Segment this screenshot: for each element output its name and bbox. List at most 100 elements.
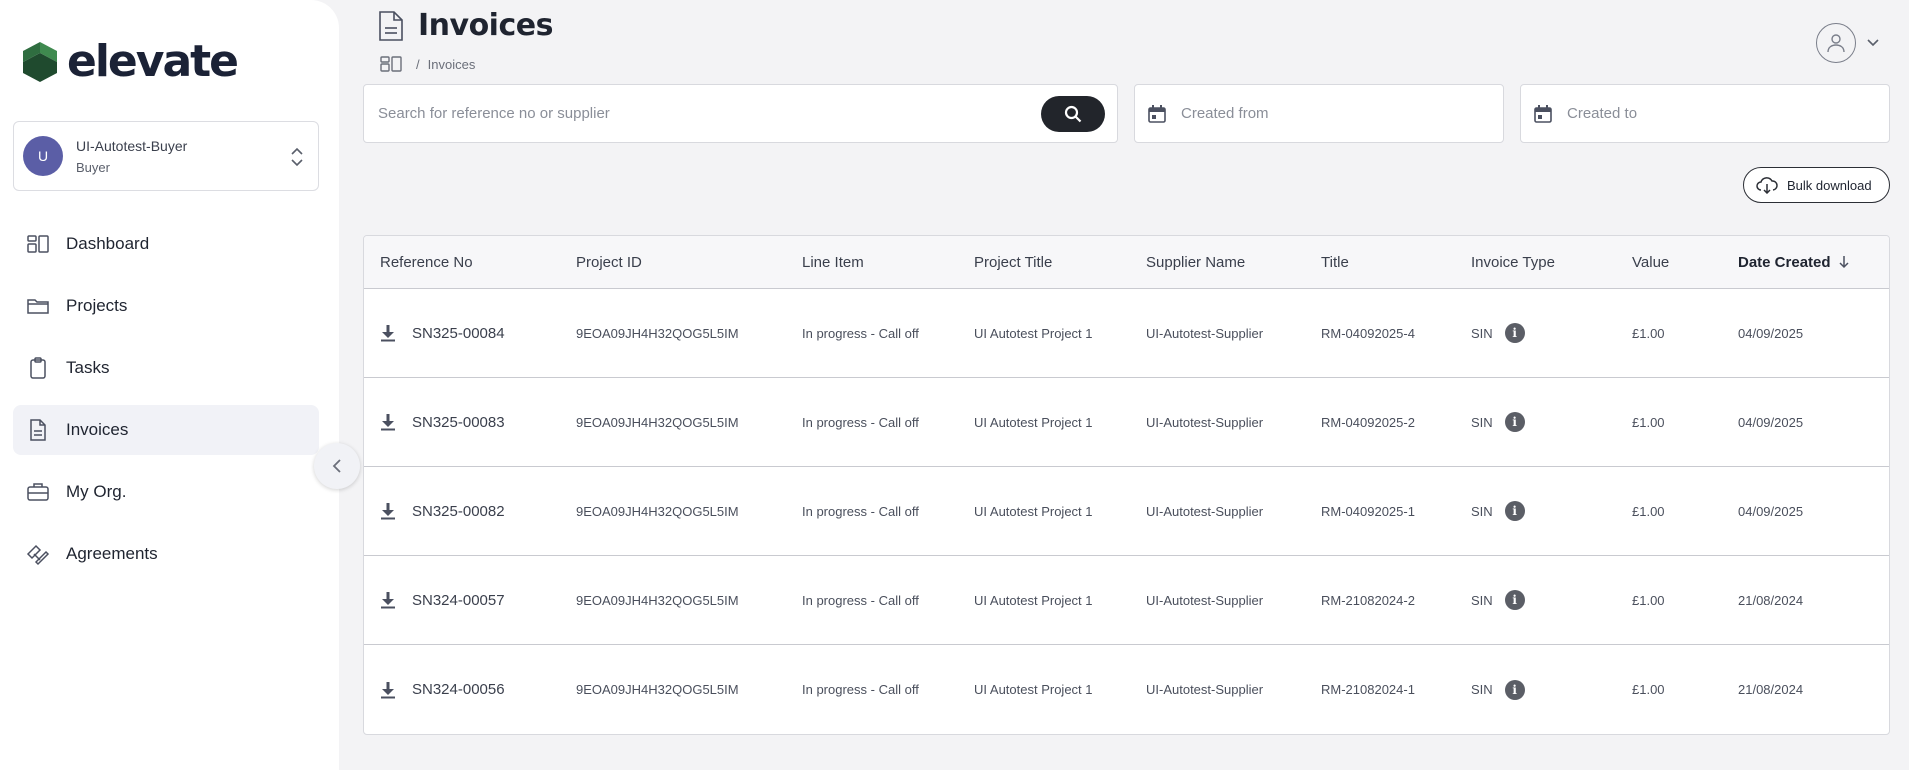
document-icon [30, 419, 46, 441]
created-from-field[interactable] [1134, 84, 1504, 143]
project-id-cell: 9EOA09JH4H32QOG5L5IM [576, 325, 739, 341]
sidebar-item-tasks[interactable]: Tasks [13, 343, 319, 393]
reference-no[interactable]: SN325-00083 [412, 414, 505, 431]
sidebar-item-projects[interactable]: Projects [13, 281, 319, 331]
sort-descending-icon [1839, 256, 1849, 269]
dashboard-icon[interactable] [380, 56, 402, 72]
reference-no[interactable]: SN325-00084 [412, 325, 505, 342]
column-header-value[interactable]: Value [1632, 254, 1669, 271]
bulk-download-label: Bulk download [1787, 177, 1872, 193]
reference-no[interactable]: SN324-00057 [412, 592, 505, 609]
column-header-title[interactable]: Title [1321, 254, 1349, 271]
document-icon [379, 10, 403, 41]
supplier-name-cell: UI-Autotest-Supplier [1146, 414, 1264, 430]
calendar-icon [1534, 104, 1552, 123]
value-cell: £1.00 [1632, 592, 1665, 608]
reference-no[interactable]: SN324-00056 [412, 681, 505, 698]
dashboard-icon [27, 235, 49, 253]
sidebar-item-label: Tasks [66, 358, 110, 377]
search-box [363, 84, 1118, 143]
download-icon[interactable] [380, 413, 396, 431]
search-input[interactable] [378, 105, 1018, 122]
info-icon[interactable]: i [1504, 412, 1525, 432]
sidebar-item-invoices[interactable]: Invoices [13, 405, 319, 455]
column-header-project-id[interactable]: Project ID [576, 254, 642, 271]
page-header: Invoices [378, 8, 553, 43]
table-body: SN325-00084 9EOA09JH4H32QOG5L5IM In prog… [364, 289, 1889, 734]
project-title-cell: UI Autotest Project 1 [974, 682, 1093, 697]
invoice-type: SIN [1471, 592, 1493, 608]
sidebar-item-agreements[interactable]: Agreements [13, 529, 319, 579]
search-button[interactable] [1041, 96, 1105, 132]
project-title-cell: UI Autotest Project 1 [974, 414, 1093, 430]
project-title-cell: UI Autotest Project 1 [974, 325, 1093, 341]
line-item-cell: In progress - Call off [802, 414, 919, 430]
reference-cell: SN325-00082 [380, 502, 505, 520]
elevate-logo-icon [23, 42, 57, 82]
account-role: Buyer [76, 159, 110, 175]
project-id-cell: 9EOA09JH4H32QOG5L5IM [576, 503, 739, 519]
download-icon[interactable] [380, 502, 396, 520]
invoice-type: SIN [1471, 414, 1493, 430]
line-item-cell: In progress - Call off [802, 503, 919, 519]
created-to-input[interactable] [1567, 105, 1847, 122]
sidebar-item-label: Agreements [66, 544, 158, 563]
chevron-down-icon [1867, 39, 1879, 47]
download-icon[interactable] [380, 324, 396, 342]
table-header: Reference No Project ID Line Item Projec… [364, 236, 1889, 289]
supplier-name-cell: UI-Autotest-Supplier [1146, 503, 1264, 519]
sidebar-item-label: Invoices [66, 420, 129, 439]
sidebar-nav: Dashboard Projects Tasks Invoices My Org… [13, 219, 319, 591]
column-header-invoice-type[interactable]: Invoice Type [1471, 254, 1555, 271]
handshake-icon [26, 544, 50, 566]
value-cell: £1.00 [1632, 325, 1665, 341]
bulk-download-button[interactable]: Bulk download [1743, 167, 1890, 203]
column-header-reference-no[interactable]: Reference No [380, 254, 473, 271]
line-item-cell: In progress - Call off [802, 325, 919, 341]
sidebar-item-my-org[interactable]: My Org. [13, 467, 319, 517]
info-icon[interactable]: i [1504, 590, 1525, 610]
project-id-cell: 9EOA09JH4H32QOG5L5IM [576, 592, 739, 608]
download-icon[interactable] [380, 591, 396, 609]
date-created-cell: 04/09/2025 [1738, 325, 1804, 341]
date-created-cell: 21/08/2024 [1738, 682, 1804, 697]
calendar-icon [1148, 104, 1166, 123]
created-from-input[interactable] [1181, 105, 1461, 122]
table-row[interactable]: SN324-00056 9EOA09JH4H32QOG5L5IM In prog… [364, 645, 1889, 734]
title-cell: RM-21082024-1 [1321, 682, 1415, 697]
table-row[interactable]: SN325-00083 9EOA09JH4H32QOG5L5IM In prog… [364, 378, 1889, 467]
table-row[interactable]: SN324-00057 9EOA09JH4H32QOG5L5IM In prog… [364, 556, 1889, 645]
title-cell: RM-21082024-2 [1321, 592, 1415, 608]
reference-no[interactable]: SN325-00082 [412, 503, 505, 520]
supplier-name-cell: UI-Autotest-Supplier [1146, 592, 1264, 608]
table-row[interactable]: SN325-00084 9EOA09JH4H32QOG5L5IM In prog… [364, 289, 1889, 378]
collapse-sidebar-button[interactable] [314, 443, 360, 489]
line-item-cell: In progress - Call off [802, 682, 919, 697]
download-icon[interactable] [380, 681, 396, 699]
project-id-cell: 9EOA09JH4H32QOG5L5IM [576, 414, 739, 430]
column-header-date-created[interactable]: Date Created [1738, 254, 1851, 271]
value-cell: £1.00 [1632, 414, 1665, 430]
reference-cell: SN325-00084 [380, 324, 505, 342]
brand-logo[interactable]: elevate [19, 40, 239, 84]
sidebar-item-dashboard[interactable]: Dashboard [13, 219, 319, 269]
invoice-type: SIN [1471, 682, 1493, 697]
account-switcher[interactable]: U UI-Autotest-Buyer Buyer [13, 121, 319, 191]
column-header-project-title[interactable]: Project Title [974, 254, 1052, 271]
user-icon [1827, 34, 1845, 53]
line-item-cell: In progress - Call off [802, 592, 919, 608]
created-to-field[interactable] [1520, 84, 1890, 143]
value-cell: £1.00 [1632, 682, 1665, 697]
info-icon[interactable]: i [1504, 501, 1525, 521]
info-icon[interactable]: i [1504, 323, 1525, 343]
table-row[interactable]: SN325-00082 9EOA09JH4H32QOG5L5IM In prog… [364, 467, 1889, 556]
column-header-supplier-name[interactable]: Supplier Name [1146, 254, 1245, 271]
column-header-line-item[interactable]: Line Item [802, 254, 864, 271]
info-icon[interactable]: i [1504, 679, 1525, 700]
invoices-table: Reference No Project ID Line Item Projec… [363, 235, 1890, 735]
reference-cell: SN325-00083 [380, 413, 505, 431]
value-cell: £1.00 [1632, 503, 1665, 519]
user-menu[interactable] [1816, 23, 1880, 63]
invoice-type-cell: SIN i [1471, 501, 1525, 521]
sidebar-item-label: Dashboard [66, 234, 150, 253]
